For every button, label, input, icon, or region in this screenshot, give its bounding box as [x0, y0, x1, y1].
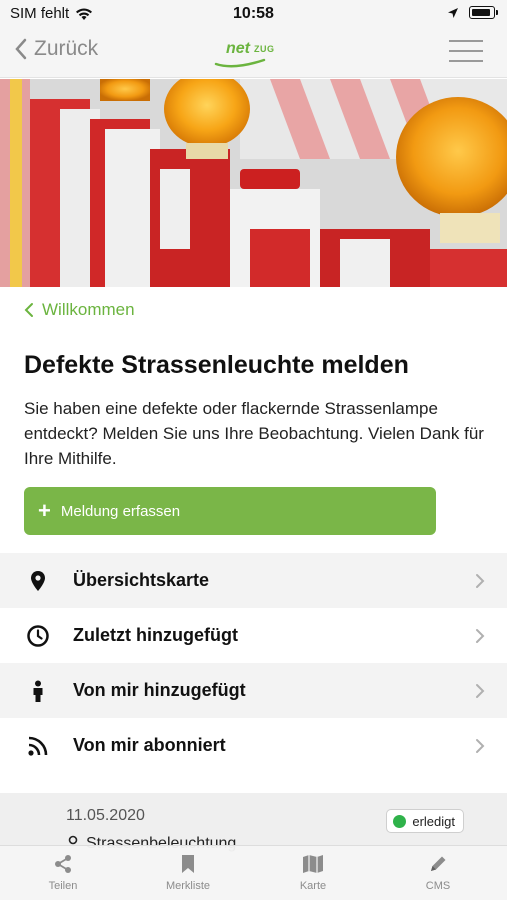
pencil-icon	[431, 856, 446, 871]
status-bar: SIM fehlt 10:58	[0, 0, 507, 28]
tab-map[interactable]: Karte	[268, 852, 358, 892]
breadcrumb-label: Willkommen	[42, 300, 135, 319]
tab-label: Merkliste	[165, 880, 210, 892]
status-badge: erledigt	[386, 809, 464, 833]
tab-bar: Teilen Merkliste Karte CMS	[0, 845, 507, 900]
chevron-right-icon	[476, 739, 485, 753]
clock-icon	[27, 625, 49, 647]
tab-bookmarks[interactable]: Merkliste	[143, 852, 233, 892]
chevron-right-icon	[476, 684, 485, 698]
chevron-left-icon	[24, 303, 33, 317]
create-report-label: Meldung erfassen	[60, 502, 181, 520]
hero-image	[0, 79, 507, 287]
map-icon	[303, 855, 323, 873]
hamburger-line	[449, 60, 483, 62]
menu-list: Übersichtskarte Zuletzt hinzugefügt Von …	[0, 553, 507, 773]
tab-cms[interactable]: CMS	[393, 852, 483, 892]
plus-icon: +	[38, 498, 51, 523]
page-lead-text: Sie haben eine defekte oder flackernde S…	[24, 399, 484, 468]
menu-item-overview-map[interactable]: Übersichtskarte	[0, 553, 507, 608]
tab-share[interactable]: Teilen	[18, 852, 108, 892]
battery-icon	[469, 6, 498, 19]
hamburger-menu-button[interactable]	[449, 40, 483, 64]
hamburger-line	[449, 50, 483, 52]
report-card[interactable]: 11.05.2020 erledigt Strassenbeleuchtung	[0, 793, 507, 853]
map-pin-icon	[31, 571, 45, 591]
location-arrow-icon	[448, 7, 458, 18]
share-icon	[55, 855, 71, 873]
logo-text-primary: net	[226, 40, 250, 57]
chevron-left-icon	[15, 38, 27, 60]
chevron-right-icon	[476, 574, 485, 588]
status-label: erledigt	[412, 813, 455, 829]
bookmark-icon	[182, 855, 194, 873]
tab-label: Teilen	[48, 880, 78, 892]
tab-label: Karte	[299, 880, 327, 892]
hamburger-line	[449, 40, 483, 42]
logo-text-secondary: ZUG	[254, 44, 275, 54]
menu-item-label: Zuletzt hinzugefügt	[73, 625, 238, 645]
person-icon	[33, 680, 43, 702]
menu-item-label: Übersichtskarte	[73, 570, 210, 590]
menu-item-subscribed[interactable]: Von mir abonniert	[0, 718, 507, 773]
clock: 10:58	[233, 5, 274, 22]
menu-item-recently-added[interactable]: Zuletzt hinzugefügt	[0, 608, 507, 663]
menu-item-label: Von mir hinzugefügt	[73, 680, 246, 700]
back-button[interactable]: Zurück	[14, 37, 98, 61]
menu-item-label: Von mir abonniert	[73, 735, 226, 755]
back-label: Zurück	[34, 37, 99, 60]
breadcrumb-back-link[interactable]: Willkommen	[24, 300, 135, 320]
status-right	[447, 6, 498, 19]
menu-item-added-by-me[interactable]: Von mir hinzugefügt	[0, 663, 507, 718]
page-title: Defekte Strassenleuchte melden	[24, 351, 409, 379]
netzug-logo: net ZUG	[214, 38, 286, 70]
chevron-right-icon	[476, 629, 485, 643]
nav-bar: Zurück net ZUG	[0, 28, 507, 78]
rss-icon	[28, 736, 48, 756]
status-dot	[393, 814, 407, 828]
report-date: 11.05.2020	[66, 807, 145, 824]
tab-label: CMS	[425, 880, 451, 892]
create-report-button[interactable]: + Meldung erfassen	[24, 487, 436, 535]
